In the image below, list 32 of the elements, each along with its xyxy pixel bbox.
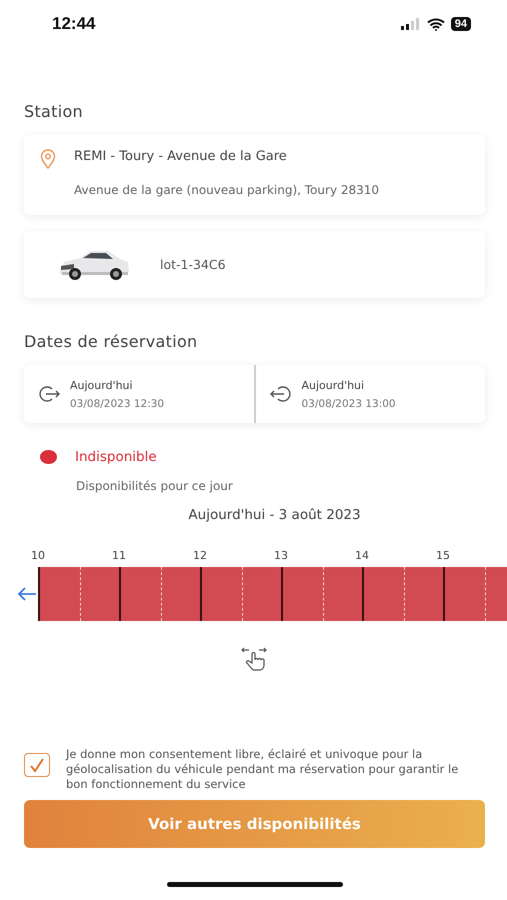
consent-checkbox[interactable]: [24, 753, 50, 777]
station-name: REMI - Toury - Avenue de la Gare: [74, 149, 288, 166]
station-address: Avenue de la gare (nouveau parking), Toury 28310: [74, 183, 380, 197]
exit-icon: [38, 385, 60, 403]
availability-status: Indisponible: [75, 449, 157, 465]
availability-caption: Disponibilités pour ce jour: [75, 479, 234, 493]
date-label: Aujourd'hui: [302, 378, 366, 392]
section-heading: Station: [24, 102, 84, 121]
swipe-hand-icon: [240, 647, 270, 673]
wifi-icon: [426, 18, 445, 30]
date-label: Aujourd'hui: [70, 378, 134, 392]
date-time: 03/08/2023 13:00: [302, 398, 396, 410]
date-time: 03/08/2023 12:30: [70, 398, 164, 410]
hour-label: 10: [31, 549, 46, 564]
status-time: 12:44: [52, 14, 96, 34]
signal-icon: [400, 18, 421, 30]
day-title: Aujourd'hui - 3 août 2023: [188, 507, 361, 523]
vehicle-id: lot-1-34C6: [160, 257, 226, 272]
timeline-track[interactable]: [38, 567, 507, 621]
enter-icon: [270, 385, 292, 403]
hour-label: 15: [436, 549, 451, 564]
hour-label: 12: [193, 549, 208, 564]
hour-label: 14: [355, 549, 370, 564]
battery-level: 94: [450, 17, 471, 31]
back-arrow-icon[interactable]: [17, 587, 37, 601]
other-availability-button[interactable]: Voir autres disponibilités: [24, 800, 485, 848]
location-pin-icon: [40, 149, 56, 169]
hour-label: 13: [274, 549, 289, 564]
check-icon: [29, 757, 45, 773]
section-heading: Dates de réservation: [24, 332, 198, 351]
hour-label: 11: [112, 549, 127, 564]
consent-text: Je donne mon consentement libre, éclairé et univoque pour la géolocalisation du véhicule pendant ma réservation pour garantir le bon fonctionnement du service: [66, 747, 460, 792]
